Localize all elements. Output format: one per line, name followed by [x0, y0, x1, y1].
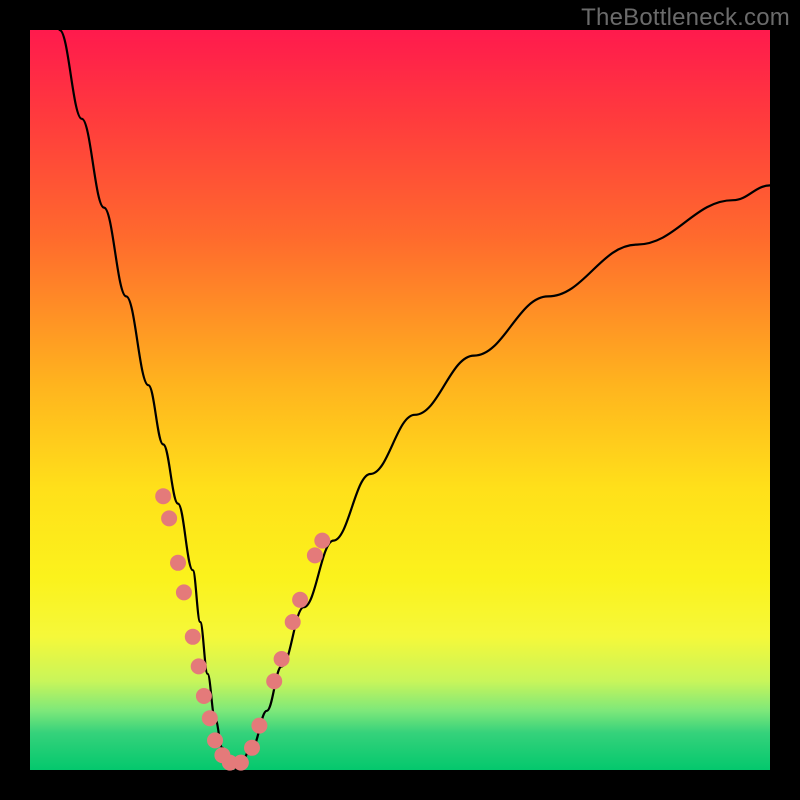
- data-dot: [314, 533, 330, 549]
- data-dot: [292, 592, 308, 608]
- data-dot: [196, 688, 212, 704]
- data-dot: [207, 732, 223, 748]
- curve-left-arm: [60, 30, 238, 770]
- data-dot: [307, 547, 323, 563]
- data-dot: [185, 629, 201, 645]
- data-dot: [161, 510, 177, 526]
- data-dot: [155, 488, 171, 504]
- data-dot: [285, 614, 301, 630]
- data-dots: [155, 488, 330, 770]
- watermark-text: TheBottleneck.com: [581, 4, 790, 32]
- data-dot: [176, 584, 192, 600]
- data-dot: [233, 755, 249, 771]
- plot-area: [30, 30, 770, 770]
- data-dot: [191, 658, 207, 674]
- data-dot: [266, 673, 282, 689]
- chart-svg: [30, 30, 770, 770]
- curve-right-arm: [237, 185, 770, 770]
- chart-frame: TheBottleneck.com: [0, 0, 800, 800]
- data-dot: [244, 740, 260, 756]
- data-dot: [251, 718, 267, 734]
- data-dot: [202, 710, 218, 726]
- data-dot: [170, 555, 186, 571]
- data-dot: [274, 651, 290, 667]
